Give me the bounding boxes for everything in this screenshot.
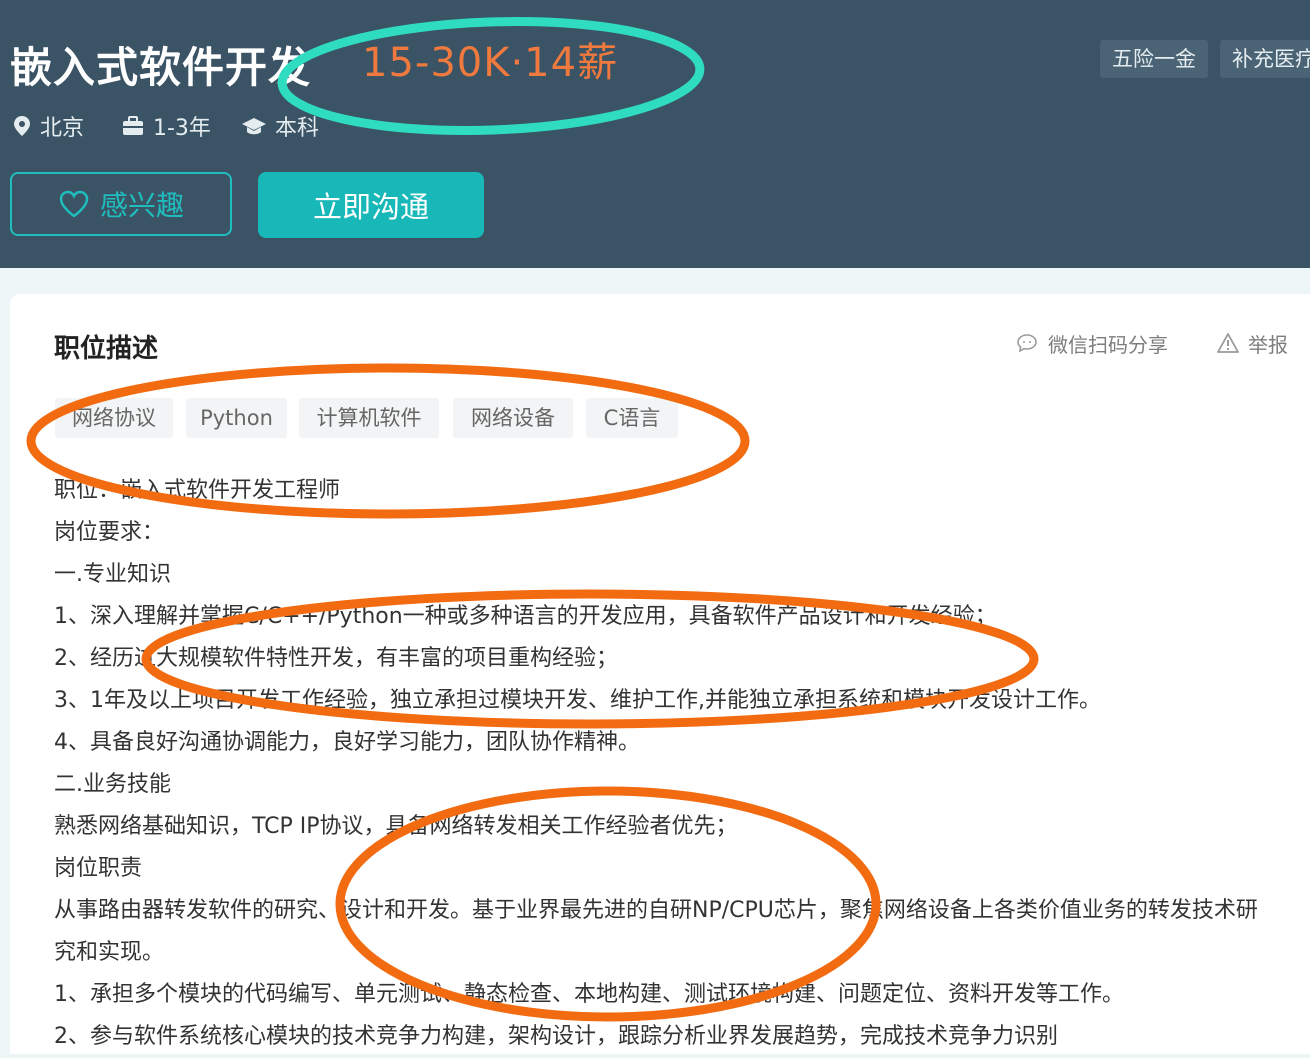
meta-experience: 1-3年 xyxy=(121,111,211,141)
description-line: 从事路由器转发软件的研究、设计和开发。基于业界最先进的自研NP/CPU芯片，聚焦… xyxy=(54,898,1258,923)
skill-tag[interactable]: 网络协议 xyxy=(55,398,173,438)
skill-tag[interactable]: C语言 xyxy=(586,398,678,438)
description-line: 职位：嵌入式软件开发工程师 xyxy=(54,478,341,503)
description-line: 4、具备良好沟通协调能力，良好学习能力，团队协作精神。 xyxy=(54,730,640,755)
graduation-cap-icon xyxy=(242,118,266,135)
chat-button-label: 立即沟通 xyxy=(312,190,429,224)
description-line: 一.专业知识 xyxy=(54,562,171,587)
description-line: 1、承担多个模块的代码编写、单元测试、静态检查、本地构建、测试环境构建、问题定位… xyxy=(54,982,1125,1007)
description-line: 二.业务技能 xyxy=(54,772,171,797)
report-link[interactable]: 举报 xyxy=(1216,329,1288,357)
welfare-tag-insurance: 五险一金 xyxy=(1100,40,1208,78)
chat-bubble-icon xyxy=(1017,334,1037,353)
heart-icon xyxy=(59,190,89,218)
description-line: 岗位职责 xyxy=(54,856,143,881)
description-line: 1、深入理解并掌握C/C++/Python一种或多种语言的开发应用，具备软件产品… xyxy=(54,604,997,629)
chat-button[interactable]: 立即沟通 xyxy=(258,172,484,238)
salary-label: 15-30K·14薪 xyxy=(362,40,619,86)
location-text: 北京 xyxy=(40,116,85,141)
job-title: 嵌入式软件开发 xyxy=(10,43,312,92)
skill-tag[interactable]: Python xyxy=(186,398,287,438)
skill-tag[interactable]: 计算机软件 xyxy=(299,398,439,438)
skill-tag[interactable]: 网络设备 xyxy=(453,398,573,438)
description-line: 岗位要求： xyxy=(54,520,165,545)
welfare-tag-medical: 补充医疗 xyxy=(1220,40,1310,78)
interest-button-label: 感兴趣 xyxy=(99,189,184,222)
share-label: 微信扫码分享 xyxy=(1048,332,1168,357)
section-title: 职位描述 xyxy=(54,334,159,364)
interest-button[interactable]: 感兴趣 xyxy=(10,172,232,236)
briefcase-icon xyxy=(123,116,143,135)
report-label: 举报 xyxy=(1248,332,1288,357)
education-text: 本科 xyxy=(275,116,320,141)
warning-icon xyxy=(1217,333,1239,353)
wechat-share-link[interactable]: 微信扫码分享 xyxy=(1016,329,1168,357)
description-line: 2、经历过大规模软件特性开发，有丰富的项目重构经验； xyxy=(54,646,618,671)
location-pin-icon xyxy=(14,116,30,136)
experience-text: 1-3年 xyxy=(153,116,211,141)
description-line: 3、1年及以上项目开发工作经验，独立承担过模块开发、维护工作,并能独立承担系统和… xyxy=(54,688,1101,713)
job-description: 职位：嵌入式软件开发工程师 岗位要求： 一.专业知识 1、深入理解并掌握C/C+… xyxy=(54,470,1310,1058)
description-line: 熟悉网络基础知识，TCP IP协议，具备网络转发相关工作经验者优先； xyxy=(54,814,738,839)
description-line: 究和实现。 xyxy=(54,940,165,965)
meta-education: 本科 xyxy=(241,111,319,141)
description-line: 2、参与软件系统核心模块的技术竞争力构建，架构设计，跟踪分析业界发展趋势，完成技… xyxy=(54,1024,1059,1049)
meta-location: 北京 xyxy=(12,111,84,141)
